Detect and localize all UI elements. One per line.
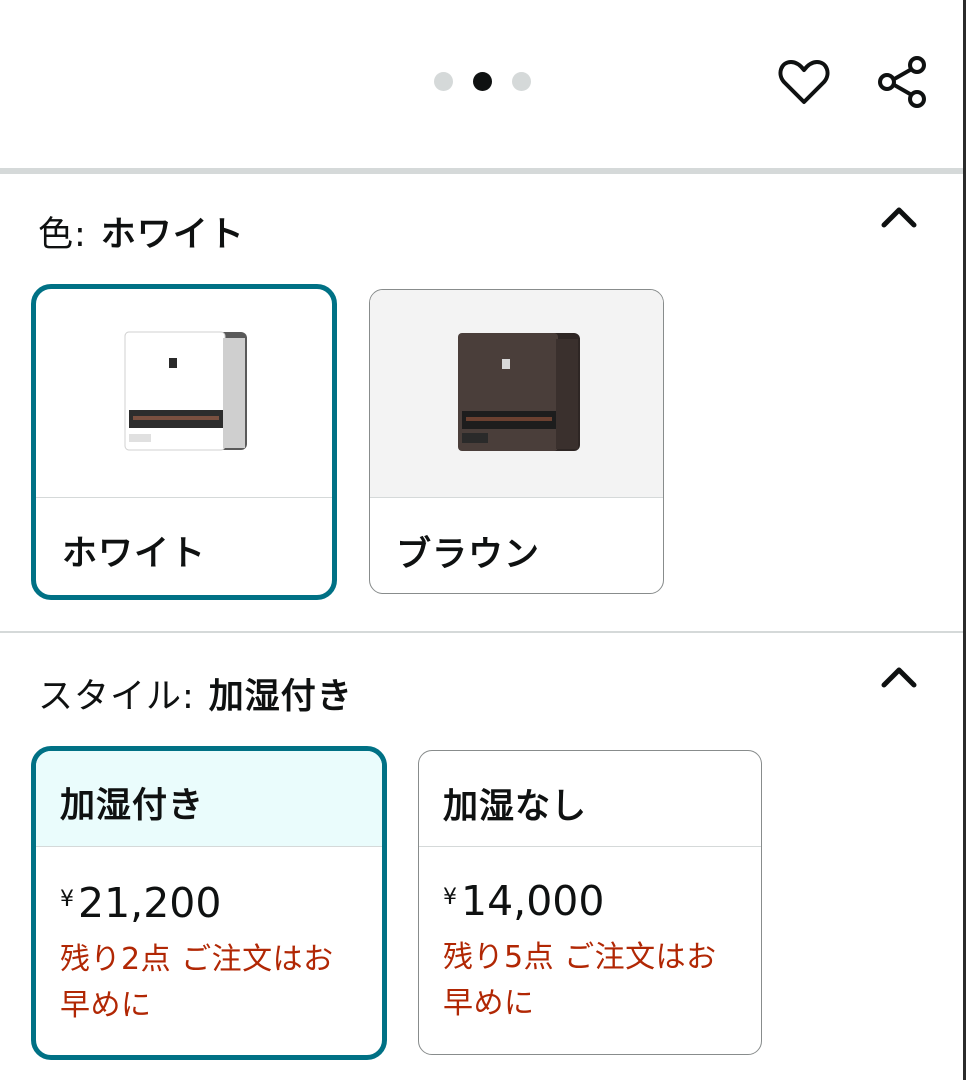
section-divider	[0, 168, 963, 174]
style-section-title: スタイル: 加湿付き	[38, 668, 353, 719]
share-button[interactable]	[872, 52, 932, 112]
stock-warning-line: 残り2点 ご注文はお	[60, 942, 334, 977]
carousel-dot[interactable]	[434, 72, 453, 91]
favorite-button[interactable]	[774, 52, 834, 112]
share-icon	[878, 56, 926, 108]
heart-outline-icon	[778, 60, 830, 104]
color-section-title: 色: ホワイト	[38, 206, 245, 257]
stock-warning-line: 残り5点 ご注文はお	[443, 940, 717, 975]
stock-warning-line: 早めに	[60, 988, 152, 1023]
style-selected-value: 加湿付き	[208, 677, 353, 717]
carousel-dot-active[interactable]	[473, 72, 492, 91]
style-option-humidifying[interactable]: 加湿付き ¥21,200 残り2点 ご注文はお 早めに	[31, 746, 387, 1060]
color-option-brown[interactable]: ブラウン	[369, 289, 664, 594]
style-option-header: 加湿付き	[36, 751, 382, 847]
color-collapse-button[interactable]	[876, 200, 922, 234]
price-value: 14,000	[461, 877, 605, 925]
currency-symbol: ¥	[443, 885, 457, 910]
stock-warning: 残り5点 ご注文はお 早めに	[443, 935, 743, 1027]
stock-warning-line: 早めに	[443, 986, 535, 1021]
style-option-no-humidifying[interactable]: 加湿なし ¥14,000 残り5点 ご注文はお 早めに	[418, 750, 762, 1055]
color-option-white[interactable]: ホワイト	[31, 284, 337, 600]
color-option-name: ブラウン	[396, 535, 541, 575]
brown-heater-image	[370, 290, 663, 498]
chevron-up-icon	[881, 207, 917, 228]
color-label: 色:	[38, 215, 87, 255]
section-divider	[0, 631, 963, 633]
carousel-indicator[interactable]	[434, 72, 531, 91]
currency-symbol: ¥	[60, 887, 74, 912]
style-collapse-button[interactable]	[876, 660, 922, 694]
style-option-name: 加湿付き	[60, 786, 205, 826]
style-label: スタイル:	[38, 677, 195, 717]
color-option-name: ホワイト	[62, 534, 207, 574]
white-heater-image	[36, 289, 332, 498]
style-option-price: ¥14,000	[443, 877, 604, 925]
image-carousel-bar	[0, 0, 963, 168]
price-value: 21,200	[78, 879, 222, 927]
style-option-price: ¥21,200	[60, 879, 221, 927]
carousel-dot[interactable]	[512, 72, 531, 91]
color-selected-value: ホワイト	[100, 215, 245, 255]
chevron-up-icon	[881, 667, 917, 688]
style-option-header: 加湿なし	[419, 751, 761, 847]
stock-warning: 残り2点 ご注文はお 早めに	[60, 937, 360, 1029]
style-option-name: 加湿なし	[443, 787, 588, 827]
